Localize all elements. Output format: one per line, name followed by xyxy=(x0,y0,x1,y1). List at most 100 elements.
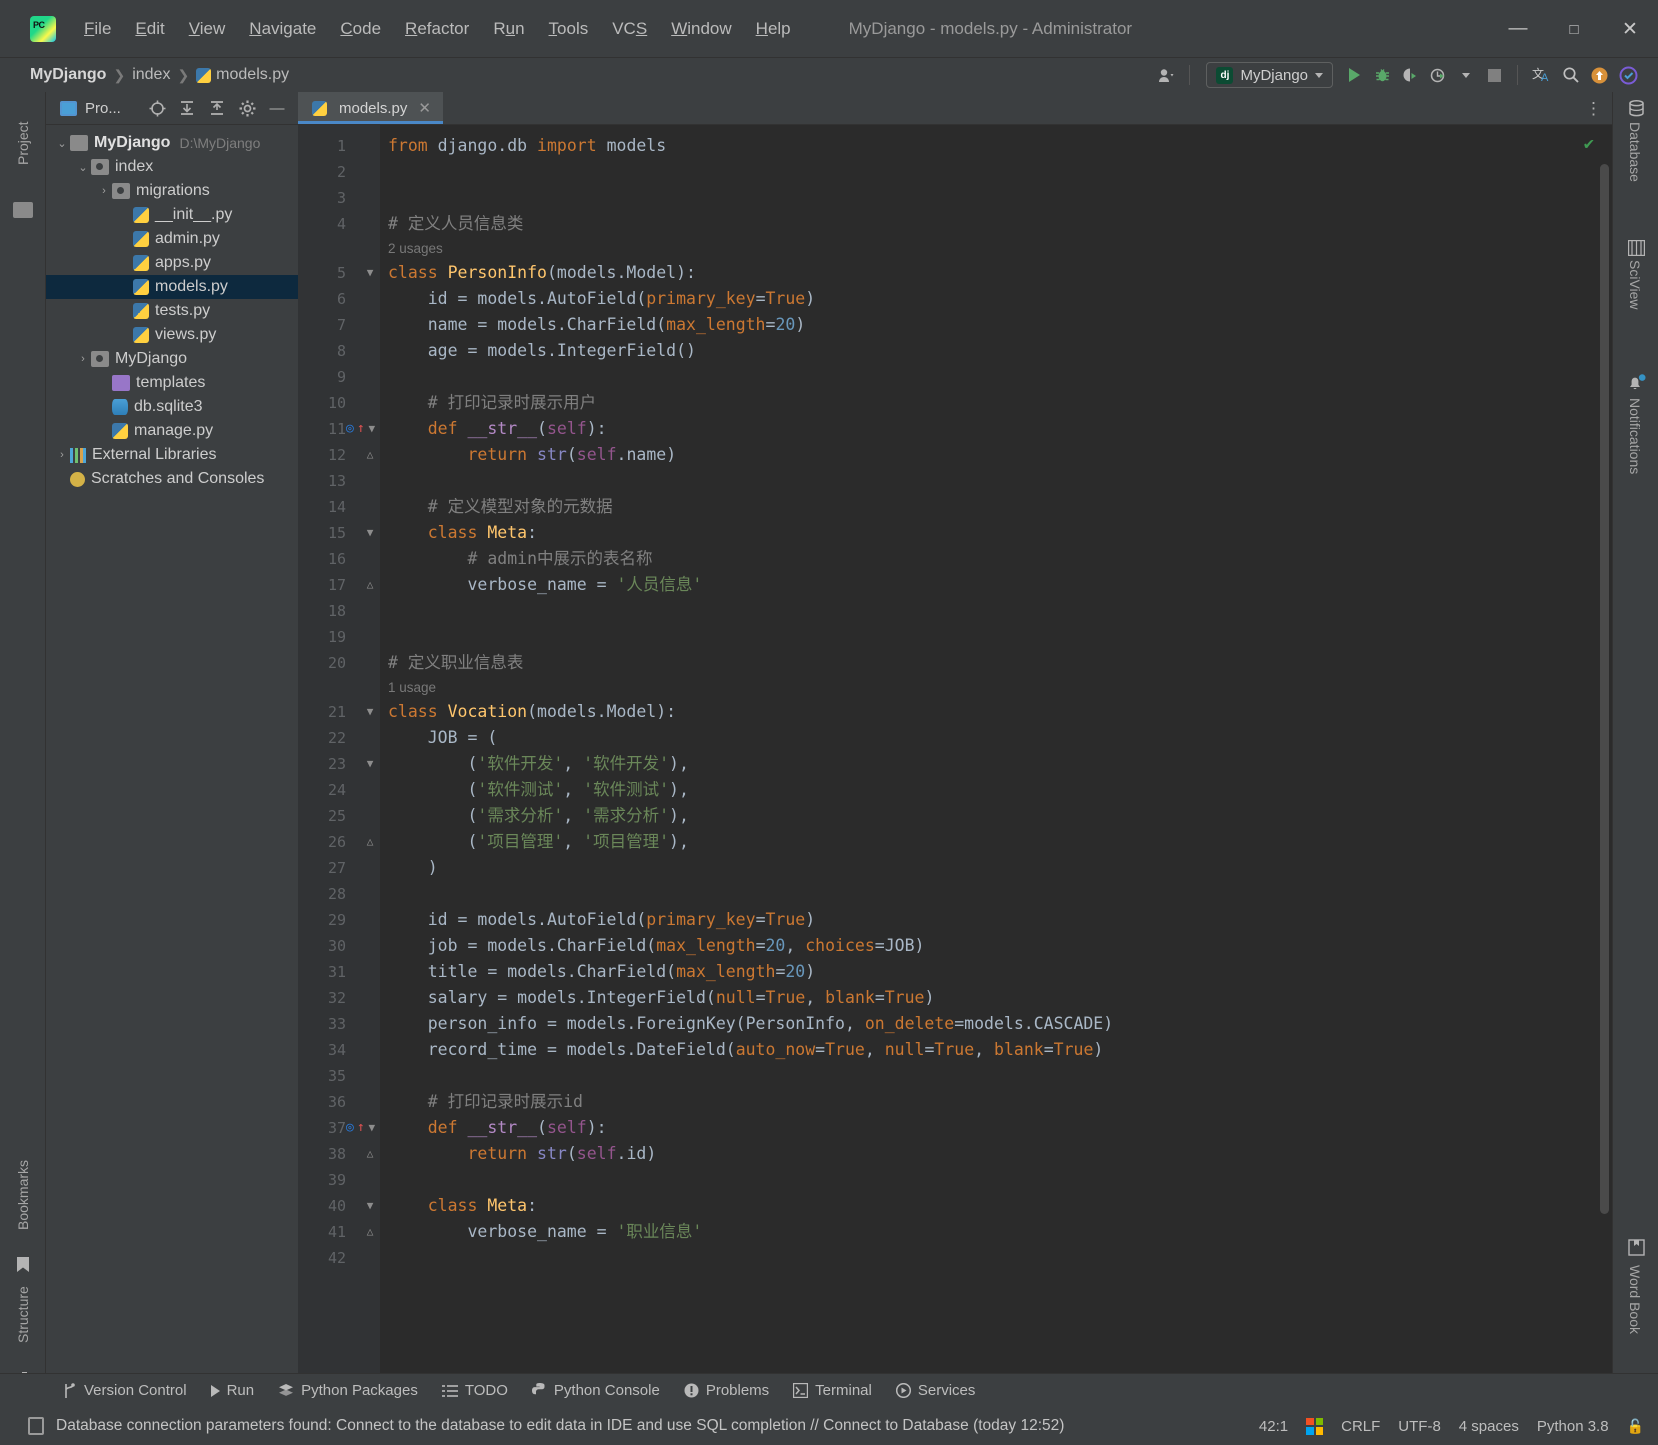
fold-collapse-icon[interactable]: ▼ xyxy=(364,699,376,725)
gutter-markers[interactable]: ▼ xyxy=(346,751,380,777)
gutter-markers[interactable]: ▼ xyxy=(346,699,380,725)
menu-tools[interactable]: Tools xyxy=(537,15,601,43)
gutter-markers[interactable] xyxy=(346,468,380,494)
gutter-markers[interactable] xyxy=(346,855,380,881)
sciview-icon[interactable] xyxy=(1628,240,1645,261)
search-everywhere-button[interactable] xyxy=(1558,62,1584,88)
bottom-item-services[interactable]: Services xyxy=(885,1379,987,1402)
chevron-right-icon[interactable]: › xyxy=(54,449,70,461)
code-line[interactable]: 36 # 打印记录时展示id xyxy=(298,1089,1612,1115)
expand-all-icon[interactable] xyxy=(174,95,200,121)
bottom-item-run[interactable]: Run xyxy=(200,1379,266,1402)
code-line[interactable]: 3 xyxy=(298,185,1612,211)
collapse-all-icon[interactable] xyxy=(204,95,230,121)
tree-node-views-py[interactable]: views.py xyxy=(46,323,298,347)
fold-end-icon[interactable]: △ xyxy=(364,1219,376,1245)
code-line[interactable]: 39 xyxy=(298,1167,1612,1193)
bottom-item-python-packages[interactable]: Python Packages xyxy=(267,1379,429,1402)
bottom-item-problems[interactable]: Problems xyxy=(673,1379,780,1402)
maximize-button[interactable]: □ xyxy=(1546,0,1602,58)
code-line[interactable]: 32 salary = models.IntegerField(null=Tru… xyxy=(298,985,1612,1011)
code-line[interactable]: 28 xyxy=(298,881,1612,907)
bottom-item-python-console[interactable]: Python Console xyxy=(521,1379,671,1402)
code-line[interactable]: 8 age = models.IntegerField() xyxy=(298,338,1612,364)
tree-node-admin-py[interactable]: admin.py xyxy=(46,227,298,251)
tree-node-templates[interactable]: templates xyxy=(46,371,298,395)
tree-node-db-sqlite3[interactable]: db.sqlite3 xyxy=(46,395,298,419)
gutter-markers[interactable]: ▼ xyxy=(346,520,380,546)
tree-node-apps-py[interactable]: apps.py xyxy=(46,251,298,275)
menu-vcs[interactable]: VCS xyxy=(600,15,659,43)
fold-collapse-icon[interactable]: ▼ xyxy=(364,751,376,777)
tool-window-wordbook[interactable]: Word Book xyxy=(1614,1265,1656,1363)
gutter-markers[interactable] xyxy=(346,907,380,933)
code-line[interactable]: 41△ verbose_name = '职业信息' xyxy=(298,1219,1612,1245)
override-arrow-icon[interactable]: ↑ xyxy=(357,1115,365,1141)
file-encoding[interactable]: UTF-8 xyxy=(1398,1418,1441,1435)
bottom-item-todo[interactable]: TODO xyxy=(431,1379,519,1402)
more-options-icon[interactable]: ⋮ xyxy=(1585,92,1604,125)
code-line[interactable]: 38△ return str(self.id) xyxy=(298,1141,1612,1167)
database-icon[interactable] xyxy=(1628,100,1645,122)
debug-button[interactable] xyxy=(1369,62,1395,88)
stop-button[interactable] xyxy=(1481,62,1507,88)
unlocked-icon[interactable]: 🔓 xyxy=(1627,1418,1644,1435)
code-line[interactable]: 17△ verbose_name = '人员信息' xyxy=(298,572,1612,598)
code-line[interactable]: 19 xyxy=(298,624,1612,650)
python-interpreter[interactable]: Python 3.8 xyxy=(1537,1418,1609,1435)
code-line[interactable]: 30 job = models.CharField(max_length=20,… xyxy=(298,933,1612,959)
bell-icon[interactable] xyxy=(1627,374,1646,397)
code-line[interactable]: 27 ) xyxy=(298,855,1612,881)
code-line[interactable]: 20# 定义职业信息表 xyxy=(298,650,1612,676)
gutter-markers[interactable] xyxy=(346,286,380,312)
editor-tab-models-py[interactable]: models.py ✕ xyxy=(298,92,443,124)
code-line[interactable]: 6 id = models.AutoField(primary_key=True… xyxy=(298,286,1612,312)
code-line[interactable]: 18 xyxy=(298,598,1612,624)
tool-window-bookmarks[interactable]: Bookmarks xyxy=(0,1135,46,1255)
code-line[interactable]: 14 # 定义模型对象的元数据 xyxy=(298,494,1612,520)
breadcrumb-file[interactable]: models.py xyxy=(196,66,289,84)
fold-collapse-icon[interactable]: ▼ xyxy=(368,416,376,442)
tree-node-index[interactable]: ⌄index xyxy=(46,155,298,179)
translate-button[interactable]: 文A xyxy=(1528,62,1556,88)
code-line[interactable]: 26△ ('项目管理', '项目管理'), xyxy=(298,829,1612,855)
gutter-markers[interactable] xyxy=(346,650,380,676)
line-separator[interactable]: CRLF xyxy=(1341,1418,1380,1435)
gutter-markers[interactable] xyxy=(346,1167,380,1193)
hide-panel-icon[interactable]: — xyxy=(264,95,290,121)
code-line[interactable]: 21▼class Vocation(models.Model): xyxy=(298,699,1612,725)
menu-help[interactable]: Help xyxy=(744,15,803,43)
fold-end-icon[interactable]: △ xyxy=(364,829,376,855)
code-inlay-hint[interactable]: 2 usages xyxy=(298,237,1612,260)
gutter-markers[interactable] xyxy=(346,624,380,650)
code-line[interactable]: 2 xyxy=(298,159,1612,185)
tool-window-project[interactable]: Project xyxy=(0,98,46,188)
code-line[interactable]: 42 xyxy=(298,1245,1612,1271)
menu-refactor[interactable]: Refactor xyxy=(393,15,481,43)
tree-node-scratches-and-consoles[interactable]: Scratches and Consoles xyxy=(46,467,298,491)
code-line[interactable]: 23▼ ('软件开发', '软件开发'), xyxy=(298,751,1612,777)
override-method-icon[interactable]: ◎ xyxy=(346,1115,354,1141)
tool-window-notifications[interactable]: Notifications xyxy=(1614,398,1656,538)
gutter-markers[interactable] xyxy=(346,494,380,520)
code-line[interactable]: 12△ return str(self.name) xyxy=(298,442,1612,468)
close-button[interactable]: ✕ xyxy=(1602,0,1658,58)
select-opened-file-icon[interactable] xyxy=(144,95,170,121)
fold-collapse-icon[interactable]: ▼ xyxy=(364,520,376,546)
code-line[interactable]: 34 record_time = models.DateField(auto_n… xyxy=(298,1037,1612,1063)
code-line[interactable]: 37◎↑▼ def __str__(self): xyxy=(298,1115,1612,1141)
tool-window-sciview[interactable]: SciView xyxy=(1614,260,1656,352)
gutter-markers[interactable] xyxy=(346,364,380,390)
gutter-markers[interactable] xyxy=(346,803,380,829)
profile-dropdown[interactable] xyxy=(1453,62,1479,88)
gutter-markers[interactable] xyxy=(346,159,380,185)
code-line[interactable]: 40▼ class Meta: xyxy=(298,1193,1612,1219)
menu-view[interactable]: View xyxy=(177,15,238,43)
indent-setting[interactable]: 4 spaces xyxy=(1459,1418,1519,1435)
editor-scrollbar[interactable] xyxy=(1596,158,1612,1373)
chevron-down-icon[interactable]: ⌄ xyxy=(75,161,91,174)
breadcrumb-project[interactable]: MyDjango xyxy=(30,66,106,84)
menu-code[interactable]: Code xyxy=(328,15,393,43)
bottom-item-version-control[interactable]: Version Control xyxy=(52,1379,198,1402)
gutter-markers[interactable] xyxy=(346,1245,380,1271)
